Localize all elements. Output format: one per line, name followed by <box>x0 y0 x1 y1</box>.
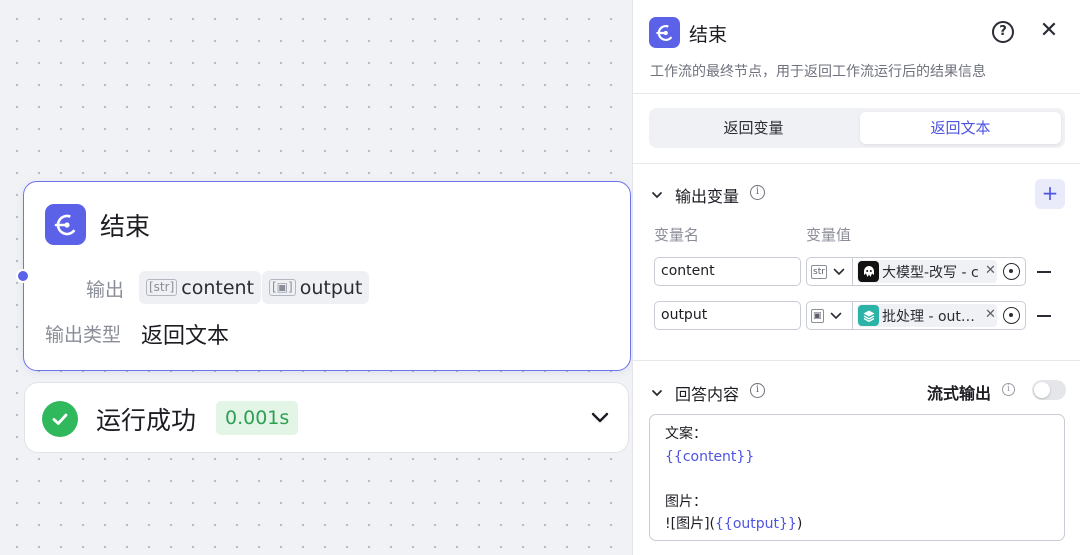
node-title: 结束 <box>100 212 151 241</box>
return-mode-tabs: 返回变量 返回文本 <box>649 108 1065 148</box>
editor-line: ![图片]({{output}}) <box>665 516 803 532</box>
chevron-down-icon <box>833 268 845 275</box>
variable-reference-chip[interactable]: 大模型-改写 - c <box>857 260 997 283</box>
end-node-icon <box>45 204 86 245</box>
type-select[interactable]: str <box>807 258 853 285</box>
info-icon[interactable]: i <box>750 185 765 200</box>
stream-output-toggle[interactable] <box>1032 380 1066 400</box>
section-title-output-variables: 输出变量 <box>675 187 740 206</box>
str-type-icon: str <box>811 264 827 279</box>
editor-line: {{content}} <box>665 446 1049 469</box>
variable-token: {{output}} <box>715 516 797 532</box>
end-node-icon <box>649 17 680 48</box>
success-check-icon <box>42 401 78 437</box>
add-variable-button[interactable]: + <box>1035 179 1065 209</box>
divider <box>633 163 1080 164</box>
output-type-value: 返回文本 <box>141 324 230 349</box>
variable-value-field: str 大模型-改写 - c ✕ <box>806 257 1026 286</box>
variable-value-field: ▣ 批处理 - out… ✕ <box>806 301 1026 330</box>
str-type-icon: [str] <box>146 279 178 296</box>
variable-reference-chip[interactable]: 批处理 - out… <box>857 304 997 327</box>
image-type-icon: [▣] <box>269 279 296 296</box>
divider <box>633 360 1080 361</box>
close-icon[interactable]: ✕ <box>1037 19 1061 43</box>
clear-reference-icon[interactable]: ✕ <box>985 307 996 322</box>
info-icon[interactable]: i <box>1002 383 1015 396</box>
info-icon[interactable]: i <box>750 383 765 398</box>
reference-label: 大模型-改写 - c <box>882 264 979 281</box>
chevron-down-icon <box>830 312 841 319</box>
chevron-down-icon[interactable] <box>651 384 663 397</box>
column-header-value: 变量值 <box>806 226 852 244</box>
type-select[interactable]: ▣ <box>807 302 853 329</box>
remove-variable-button[interactable] <box>1037 271 1051 273</box>
output-name: content <box>181 276 255 299</box>
batch-node-icon <box>858 305 879 326</box>
llm-node-icon <box>858 261 879 282</box>
chevron-down-icon[interactable] <box>591 409 609 428</box>
editor-line: 文案： <box>665 426 707 442</box>
panel-title: 结束 <box>689 24 728 46</box>
output-label: 输出 <box>86 279 125 301</box>
panel-description: 工作流的最终节点，用于返回工作流运行后的结果信息 <box>650 64 986 80</box>
node-settings-panel: 结束 ? ✕ 工作流的最终节点，用于返回工作流运行后的结果信息 返回变量 返回文… <box>632 0 1080 555</box>
variable-token: {{content}} <box>665 448 755 465</box>
column-header-name: 变量名 <box>654 226 700 244</box>
run-status-text: 运行成功 <box>96 406 197 435</box>
variable-picker-icon[interactable] <box>1003 307 1020 324</box>
run-time-badge: 0.001s <box>216 401 299 435</box>
run-status-bar[interactable]: 运行成功 0.001s <box>24 382 629 453</box>
output-chip-output: [▣] output <box>262 271 370 304</box>
image-type-icon: ▣ <box>811 308 824 323</box>
variable-name-input[interactable]: output <box>654 301 801 330</box>
tab-return-variables[interactable]: 返回变量 <box>653 112 854 144</box>
variable-name-input[interactable]: content <box>654 257 801 286</box>
editor-line: 图片： <box>665 493 707 510</box>
reference-label: 批处理 - out… <box>882 308 975 325</box>
output-type-label: 输出类型 <box>45 324 122 346</box>
stream-output-label: 流式输出 <box>927 384 992 403</box>
variable-picker-icon[interactable] <box>1003 263 1020 280</box>
output-name: output <box>299 276 363 299</box>
help-icon[interactable]: ? <box>992 21 1014 43</box>
output-chip-content: [str] content <box>139 271 262 304</box>
input-port[interactable] <box>16 269 30 283</box>
clear-reference-icon[interactable]: ✕ <box>985 263 996 278</box>
divider <box>633 93 1080 94</box>
chevron-down-icon[interactable] <box>651 186 663 199</box>
end-node-card[interactable]: 结束 输出 [str] content [▣] output 输出类型 返回文本 <box>16 181 631 371</box>
section-title-answer-content: 回答内容 <box>675 385 740 404</box>
answer-content-editor[interactable]: 文案： {{content}} 图片： ![图片]({{output}}) <box>649 414 1065 541</box>
remove-variable-button[interactable] <box>1037 315 1051 317</box>
tab-return-text[interactable]: 返回文本 <box>860 112 1061 144</box>
